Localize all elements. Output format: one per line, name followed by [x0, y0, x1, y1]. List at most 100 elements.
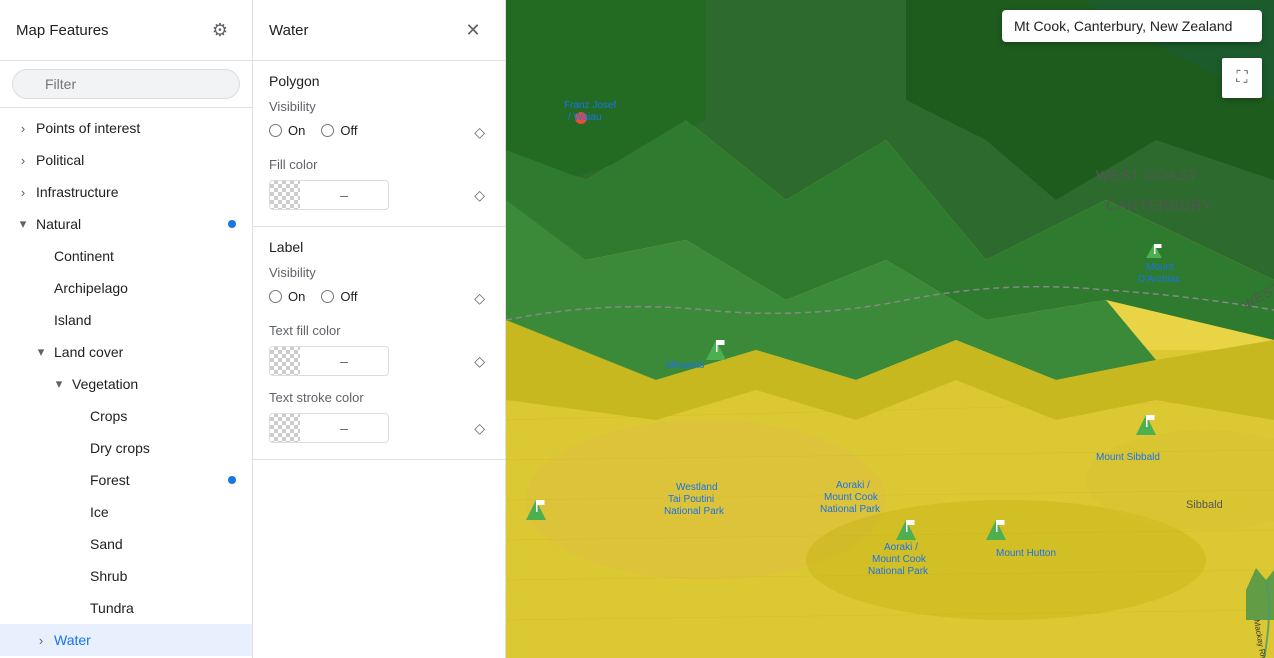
label-visibility-row: On Off	[269, 289, 470, 304]
sidebar-item-natural[interactable]: ▾ Natural	[0, 208, 252, 240]
text-stroke-diamond[interactable]: ◇	[470, 418, 489, 439]
sidebar-item-label-natural: Natural	[36, 216, 228, 232]
text-stroke-checker	[270, 413, 300, 443]
filter-wrapper: ≡	[12, 69, 240, 99]
chevron-water: ›	[34, 633, 48, 648]
svg-text:National Park: National Park	[664, 506, 725, 517]
text-fill-diamond[interactable]: ◇	[470, 351, 489, 372]
sidebar-item-island[interactable]: Island	[0, 304, 252, 336]
sidebar-item-tundra[interactable]: Tundra	[0, 592, 252, 624]
sidebar-header: Map Features ⚙	[0, 0, 252, 61]
svg-text:Franz Josef: Franz Josef	[564, 100, 616, 111]
gear-button[interactable]: ⚙	[204, 14, 236, 46]
text-fill-dash: –	[300, 353, 388, 369]
svg-text:Aoraki /: Aoraki /	[884, 542, 918, 553]
sidebar-item-label-points-of-interest: Points of interest	[36, 120, 236, 136]
chevron-infrastructure: ›	[16, 185, 30, 200]
detail-header: Water ✕	[253, 0, 505, 61]
sidebar-item-label-continent: Continent	[54, 248, 236, 264]
sidebar-item-sand[interactable]: Sand	[0, 528, 252, 560]
sidebar-item-label-vegetation: Vegetation	[72, 376, 236, 392]
gear-icon: ⚙	[212, 20, 228, 41]
sidebar-item-shrub[interactable]: Shrub	[0, 560, 252, 592]
sidebar-item-archipelago[interactable]: Archipelago	[0, 272, 252, 304]
text-stroke-swatch[interactable]: –	[269, 413, 389, 443]
chevron-natural: ▾	[16, 216, 30, 232]
chevron-political: ›	[16, 153, 30, 168]
label-section-title: Label	[269, 239, 489, 255]
fullscreen-icon: ⛶	[1236, 69, 1247, 87]
fullscreen-button[interactable]: ⛶	[1222, 58, 1262, 98]
detail-title: Water	[269, 22, 308, 39]
sidebar-item-vegetation[interactable]: ▾Vegetation	[0, 368, 252, 400]
sidebar-item-points-of-interest[interactable]: › Points of interest	[0, 112, 252, 144]
dot-forest	[228, 476, 236, 484]
polygon-on-label: On	[288, 123, 305, 138]
svg-text:Sibbald: Sibbald	[1186, 499, 1223, 511]
detail-panel: Water ✕ Polygon Visibility On Off ◇ Fill…	[253, 0, 506, 658]
search-text: Mt Cook, Canterbury, New Zealand	[1014, 18, 1232, 34]
sidebar-item-label-tundra: Tundra	[90, 600, 236, 616]
checker-pattern	[270, 180, 300, 210]
sidebar-item-label-sand: Sand	[90, 536, 236, 552]
close-button[interactable]: ✕	[457, 14, 489, 46]
sidebar-item-label-political: Political	[36, 152, 236, 168]
svg-text:Tai Poutini: Tai Poutini	[668, 494, 714, 505]
sidebar-item-label-infrastructure: Infrastructure	[36, 184, 236, 200]
label-off-radio[interactable]: Off	[321, 289, 357, 304]
label-vis-diamond[interactable]: ◇	[470, 288, 489, 309]
svg-text:Mount Hutton: Mount Hutton	[996, 548, 1056, 559]
sidebar-item-crops[interactable]: Crops	[0, 400, 252, 432]
sidebar-item-label-ice: Ice	[90, 504, 236, 520]
svg-text:Mount Cook: Mount Cook	[872, 554, 927, 565]
svg-text:D'Archiac: D'Archiac	[1138, 274, 1180, 285]
sidebar-item-land-cover[interactable]: ▾Land cover	[0, 336, 252, 368]
polygon-off-label: Off	[340, 123, 357, 138]
polygon-visibility-row: On Off	[269, 123, 470, 138]
map-area[interactable]: WEST COAST WEST COAST CANTERBURY WEST CO…	[506, 0, 1274, 658]
sidebar-item-continent[interactable]: Continent	[0, 240, 252, 272]
fill-color-swatch[interactable]: –	[269, 180, 389, 210]
sidebar-item-ice[interactable]: Ice	[0, 496, 252, 528]
sidebar-item-water[interactable]: › Water	[0, 624, 252, 656]
svg-text:WEST COAST: WEST COAST	[1096, 167, 1198, 183]
polygon-off-radio[interactable]: Off	[321, 123, 357, 138]
polygon-vis-diamond[interactable]: ◇	[470, 122, 489, 143]
sidebar-item-infrastructure[interactable]: › Infrastructure	[0, 176, 252, 208]
sidebar-item-dry-crops[interactable]: Dry crops	[0, 432, 252, 464]
sidebar-item-label-island: Island	[54, 312, 236, 328]
svg-text:Mount Cook: Mount Cook	[824, 492, 879, 503]
dot-natural	[228, 220, 236, 228]
sidebar-item-label-dry-crops: Dry crops	[90, 440, 236, 456]
fill-color-diamond[interactable]: ◇	[470, 185, 489, 206]
text-fill-swatch[interactable]: –	[269, 346, 389, 376]
svg-text:/ Waiau: / Waiau	[568, 112, 602, 123]
label-on-radio[interactable]: On	[269, 289, 305, 304]
svg-text:Minarets: Minarets	[666, 360, 704, 371]
polygon-section-title: Polygon	[269, 73, 489, 89]
polygon-section: Polygon Visibility On Off ◇ Fill color –	[253, 61, 505, 227]
svg-text:National Park: National Park	[820, 504, 881, 515]
chevron-land-cover: ▾	[34, 344, 48, 360]
search-bar[interactable]: Mt Cook, Canterbury, New Zealand	[1002, 10, 1262, 42]
sidebar-item-forest[interactable]: Forest	[0, 464, 252, 496]
text-fill-checker	[270, 346, 300, 376]
sidebar-item-label-water: Water	[54, 632, 236, 648]
close-icon: ✕	[465, 20, 480, 41]
svg-text:CANTERBURY: CANTERBURY	[1106, 197, 1212, 213]
sidebar-item-label-shrub: Shrub	[90, 568, 236, 584]
chevron-points-of-interest: ›	[16, 121, 30, 136]
nav-list: › Points of interest › Political › Infrastruc…	[0, 108, 252, 658]
sidebar-item-label-archipelago: Archipelago	[54, 280, 236, 296]
svg-text:Westland: Westland	[676, 482, 718, 493]
label-visibility-label: Visibility	[269, 265, 489, 280]
polygon-visibility-label: Visibility	[269, 99, 489, 114]
sidebar: Map Features ⚙ ≡ › Points of interest › Pol…	[0, 0, 253, 658]
polygon-on-radio[interactable]: On	[269, 123, 305, 138]
label-section: Label Visibility On Off ◇ Text fill colo…	[253, 227, 505, 460]
label-on-label: On	[288, 289, 305, 304]
text-stroke-dash: –	[300, 420, 388, 436]
sidebar-item-political[interactable]: › Political	[0, 144, 252, 176]
filter-input[interactable]	[12, 69, 240, 99]
map-svg: WEST COAST WEST COAST CANTERBURY WEST CO…	[506, 0, 1274, 658]
